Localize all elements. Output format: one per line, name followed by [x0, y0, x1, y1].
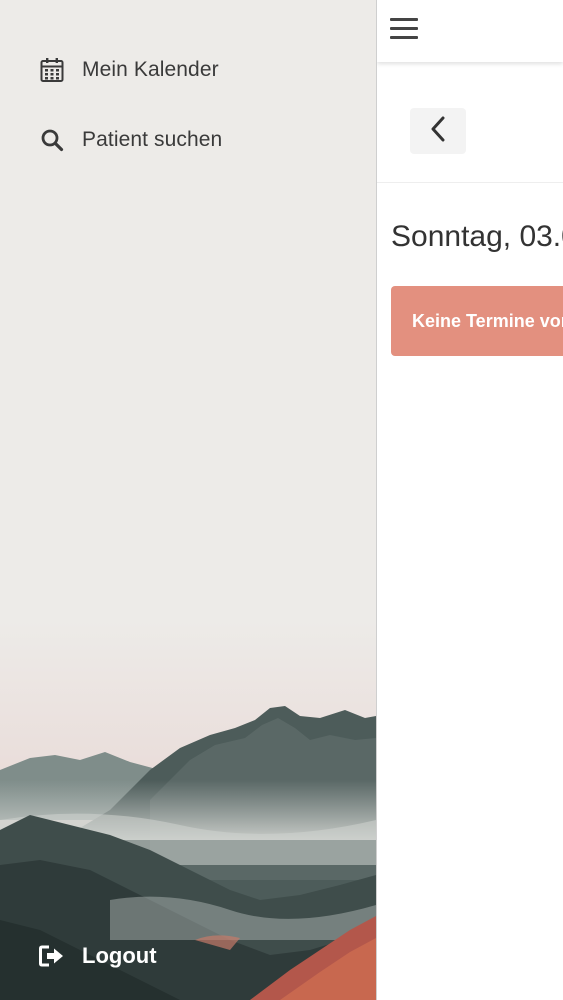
- previous-day-button[interactable]: [410, 108, 466, 154]
- chevron-left-icon: [430, 116, 446, 147]
- hamburger-menu-icon[interactable]: [390, 18, 418, 42]
- no-appointments-alert: Keine Termine vor: [391, 286, 563, 356]
- app-window: Mein Kalender Patient suchen Logout Sonn…: [0, 0, 563, 1000]
- calendar-icon: [38, 56, 66, 84]
- sidebar-item-label: Mein Kalender: [82, 58, 219, 81]
- separator: [377, 182, 563, 183]
- alert-text: Keine Termine vor: [412, 310, 563, 331]
- sidebar: Mein Kalender Patient suchen Logout: [0, 0, 376, 1000]
- sidebar-item-search-patient[interactable]: Patient suchen: [38, 120, 222, 160]
- main-panel: Sonntag, 03.0 Keine Termine vor: [377, 0, 563, 1000]
- sidebar-item-my-calendar[interactable]: Mein Kalender: [38, 50, 219, 90]
- logout-label: Logout: [82, 943, 157, 968]
- logout-button[interactable]: Logout: [38, 936, 157, 976]
- sign-out-icon: [38, 942, 66, 970]
- search-icon: [38, 126, 66, 154]
- top-bar: [377, 0, 563, 62]
- sidebar-item-label: Patient suchen: [82, 128, 223, 151]
- date-heading: Sonntag, 03.0: [391, 220, 563, 253]
